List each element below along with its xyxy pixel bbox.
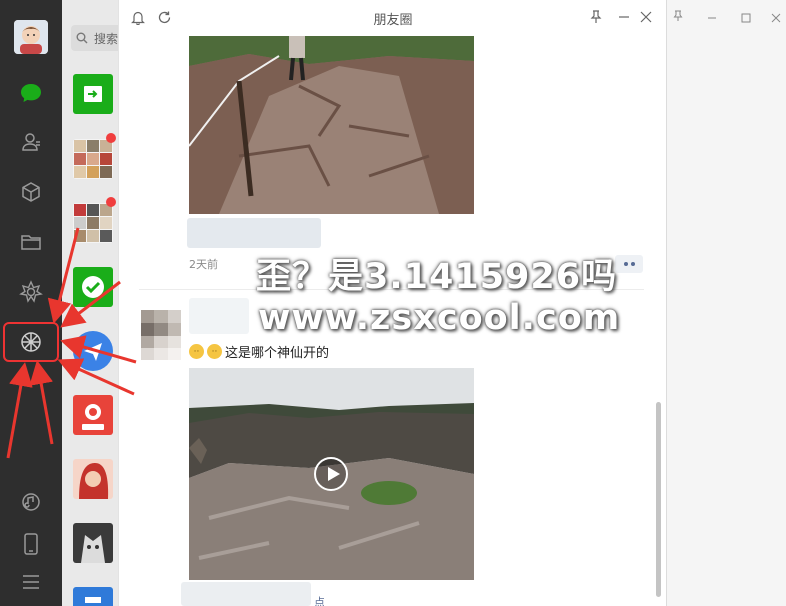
app-green-avatar[interactable]: [73, 267, 113, 307]
phone-icon[interactable]: [16, 529, 46, 559]
chat-icon[interactable]: [16, 78, 46, 108]
post-author-avatar[interactable]: [141, 310, 181, 360]
moments-titlebar: 朋友圈: [119, 0, 667, 36]
cube-icon[interactable]: [16, 177, 46, 207]
close-icon[interactable]: [637, 8, 655, 26]
user-avatar[interactable]: [14, 20, 48, 54]
file-transfer-avatar[interactable]: [73, 74, 113, 114]
watermark-line1: 歪？是3.1415926吗: [256, 257, 618, 297]
emoji-icon: ··: [207, 344, 222, 359]
post-text: ·· ·· 这是哪个神仙开的: [189, 342, 329, 361]
contacts-icon[interactable]: [16, 127, 46, 157]
post-more-button[interactable]: [615, 255, 643, 273]
close-icon[interactable]: [771, 8, 781, 27]
background-window: [666, 0, 786, 606]
mini-program-icon[interactable]: [16, 277, 46, 307]
post-text-content: 这是哪个神仙开的: [225, 346, 330, 361]
app-blue-avatar[interactable]: [73, 331, 113, 371]
blurred-name: [189, 298, 249, 334]
post-fragment-text: 点: [314, 596, 325, 606]
contact-avatar[interactable]: [73, 523, 113, 563]
unread-dot: [106, 197, 116, 207]
moments-highlight-box: [3, 322, 59, 362]
maximize-icon[interactable]: [741, 8, 751, 27]
contact-avatar[interactable]: [73, 459, 113, 499]
minimize-icon[interactable]: [707, 8, 717, 27]
wechat-desktop: { "search": { "placeholder": "搜索" }, "mo…: [0, 0, 786, 606]
menu-icon[interactable]: [16, 567, 46, 597]
minimize-icon[interactable]: [615, 8, 633, 26]
scrollbar[interactable]: [656, 402, 661, 597]
post-time: 2天前: [189, 258, 218, 271]
app-red-avatar[interactable]: [73, 395, 113, 435]
blurred-name: [187, 218, 321, 248]
watermark-line2: www.zsxcool.com: [258, 298, 621, 338]
unread-dot: [106, 133, 116, 143]
post-photo[interactable]: [189, 36, 474, 214]
blurred-name: [181, 582, 311, 606]
moments-title: 朋友圈: [373, 13, 413, 28]
contact-avatar[interactable]: [73, 587, 113, 606]
group-chat-avatar[interactable]: [73, 139, 113, 179]
search-icon: [76, 32, 88, 44]
group-chat-avatar[interactable]: [73, 203, 113, 243]
music-icon[interactable]: [16, 487, 46, 517]
play-icon[interactable]: [314, 457, 348, 491]
sidebar-nav: [0, 0, 62, 606]
post-video[interactable]: [189, 368, 474, 580]
search-placeholder: 搜索: [94, 31, 119, 46]
emoji-icon: ··: [189, 344, 204, 359]
folder-icon[interactable]: [16, 227, 46, 257]
pin-icon[interactable]: [673, 7, 683, 26]
pin-icon[interactable]: [587, 8, 605, 26]
